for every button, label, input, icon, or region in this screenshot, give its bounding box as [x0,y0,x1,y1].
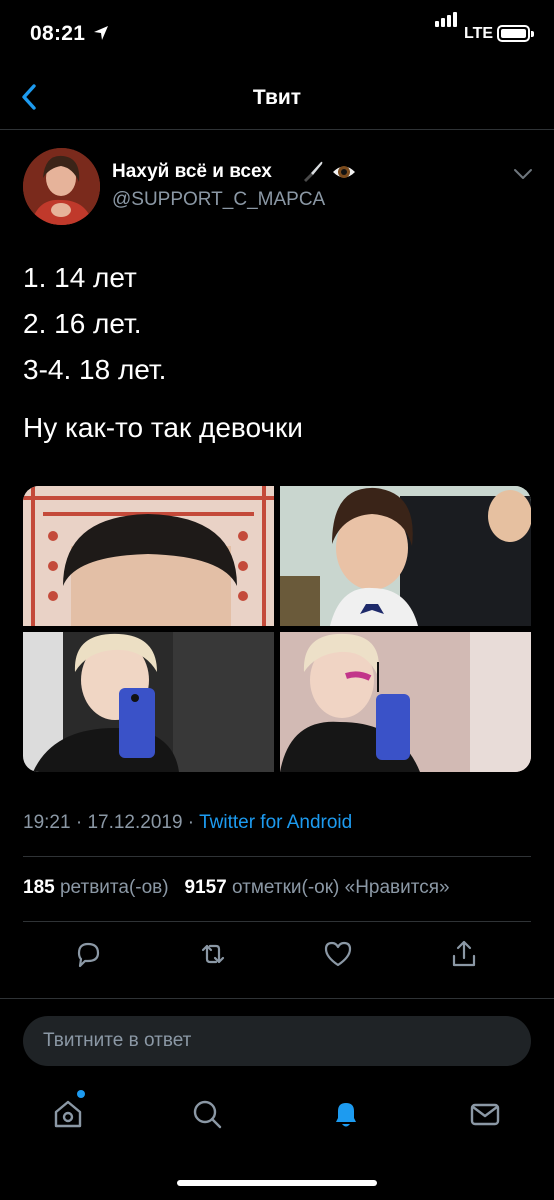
search-icon[interactable] [189,1096,225,1132]
media-photo-1[interactable] [23,486,274,626]
network-label: LTE [464,25,494,42]
home-icon[interactable] [50,1096,86,1132]
tweet-text: 1. 14 лет 2. 16 лет. 3-4. 18 лет. Ну как… [23,255,303,451]
media-grid [23,486,531,772]
likes-count: 9157 [184,877,227,898]
media-photo-3[interactable] [23,632,274,772]
meta-separator: · [70,812,88,833]
tweet-date: 17.12.2019 [87,812,183,833]
display-name[interactable]: Нахуй всё и всех [112,161,272,183]
home-indicator [177,1180,377,1186]
new-content-dot [77,1090,85,1098]
divider [23,921,531,922]
avatar[interactable] [23,148,100,225]
likes-label: отметки(-ок) «Нравится» [232,877,450,898]
reply-placeholder: Твитните в ответ [43,1030,192,1051]
likes-stat[interactable]: 9157 отметки(-ок) «Нравится» [184,877,449,898]
retweet-icon[interactable] [197,938,229,970]
divider [0,998,554,999]
tweet-line: 2. 16 лет. [23,308,142,339]
like-icon[interactable] [322,938,354,970]
tweet-actions [0,938,554,982]
divider [23,856,531,857]
avatar-image [23,148,100,225]
battery-icon [497,25,534,42]
share-icon[interactable] [448,938,480,970]
reply-input[interactable]: Твитните в ответ [23,1016,531,1066]
meta-separator: · [182,812,200,833]
tweet-stats: 185 ретвита(-ов) 9157 отметки(-ок) «Нрав… [23,877,450,899]
tweet-time: 19:21 [23,812,71,833]
media-photo-4[interactable] [280,632,531,772]
nav-bar: Твит [0,66,554,130]
tweet-line: 1. 14 лет [23,262,137,293]
retweets-label: ретвита(-ов) [59,877,169,898]
notifications-icon[interactable] [328,1096,364,1132]
handle[interactable]: @SUPPORT_C_MAPCA [112,189,325,211]
status-time: 08:21 [30,22,86,45]
tweet-meta: 19:21 · 17.12.2019 · Twitter for Android [23,812,352,834]
retweets-stat[interactable]: 185 ретвита(-ов) [23,877,169,898]
retweets-count: 185 [23,877,55,898]
tweet-source-link[interactable]: Twitter for Android [199,812,352,833]
status-bar: 08:21 LTE [0,0,554,66]
reply-icon[interactable] [72,938,104,970]
knife-emoji-icon [304,161,323,182]
media-photo-2[interactable] [280,486,531,626]
tweet-line: 3-4. 18 лет. [23,354,167,385]
location-arrow-icon [94,26,108,40]
tweet-caption: Ну как-то так девочки [23,412,303,443]
chevron-down-icon[interactable] [512,167,534,181]
messages-icon[interactable] [467,1096,503,1132]
eye-emoji-icon [333,166,355,178]
page-title: Твит [252,86,302,109]
